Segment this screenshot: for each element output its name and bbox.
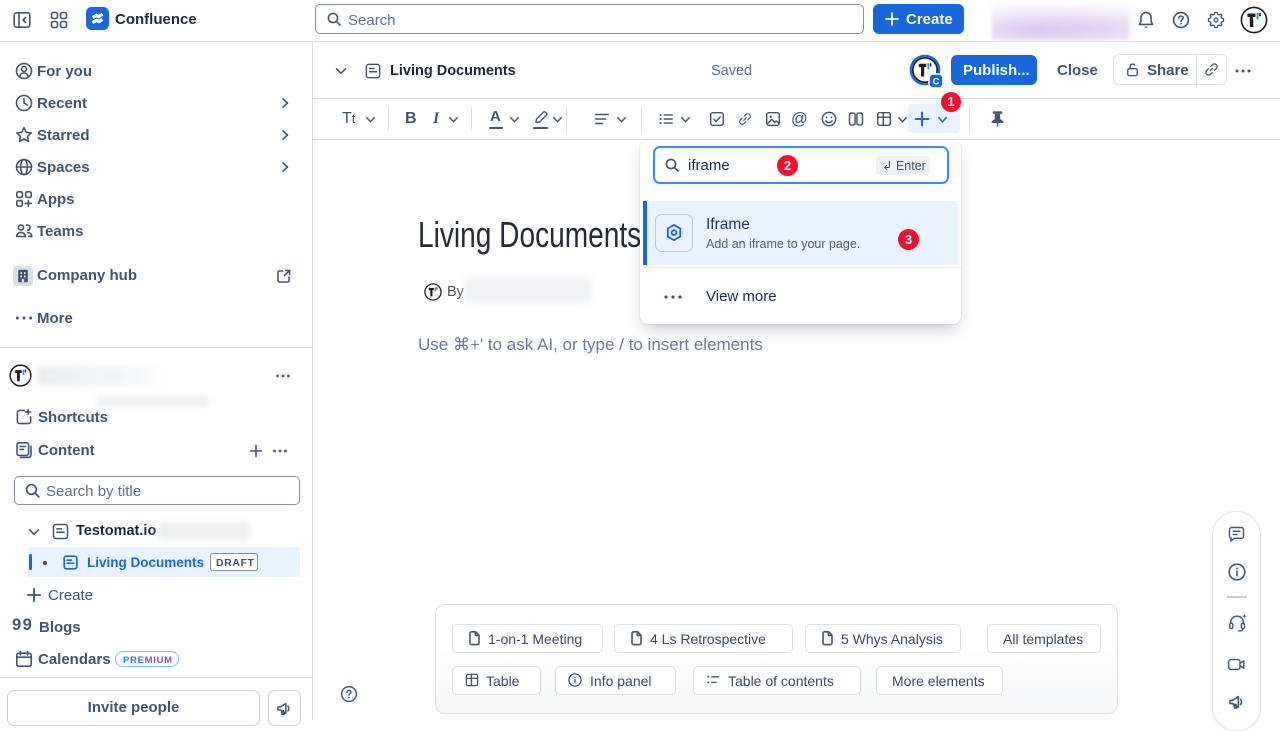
svg-text:C: C [933,77,940,88]
